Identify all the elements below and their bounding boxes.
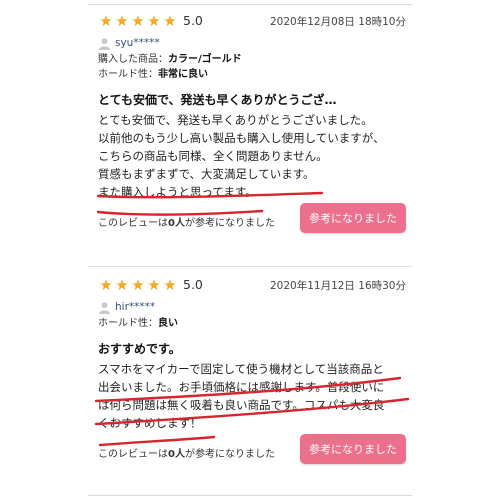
- divider-top: [88, 4, 412, 5]
- star-icon: ★: [163, 12, 177, 30]
- helpful-text-post: が参考になりました: [184, 218, 275, 229]
- reviewer-name[interactable]: hir*****: [115, 301, 155, 313]
- review-title: とても安価で、発送も早くありがとうござ…: [98, 93, 337, 107]
- rating-value: 5.0: [183, 13, 203, 28]
- meta-label: ホールド性：: [98, 318, 158, 329]
- review-card-1: ★ ★ ★ ★ ★ 5.0 2020年12月08日 18時10分 syu****…: [88, 8, 412, 237]
- review-line: スマホをマイカーで固定して使う機材として当該商品と: [98, 362, 384, 376]
- star-rating: ★ ★ ★ ★ ★: [98, 276, 178, 294]
- review-body: とても安価で、発送も早くありがとうございました。 以前他のもう少し高い製品も購入…: [98, 111, 403, 201]
- star-icon: ★: [115, 12, 129, 30]
- review-line: くおすすめします！: [98, 416, 202, 430]
- meta-value: 非常に良い: [158, 69, 208, 80]
- reviewer-name[interactable]: syu*****: [115, 37, 160, 49]
- helpful-button[interactable]: 参考になりました: [300, 434, 406, 464]
- star-icon: ★: [99, 12, 113, 30]
- star-icon: ★: [163, 276, 177, 294]
- user-avatar-icon: [98, 38, 111, 50]
- hold-rating-row: ホールド性：非常に良い: [98, 67, 412, 82]
- review-title: おすすめです。: [98, 342, 181, 356]
- helpful-button[interactable]: 参考になりました: [300, 203, 406, 233]
- review-line: また購入しようと思ってます。: [98, 185, 257, 199]
- review-footer: このレビューは0人が参考になりました 参考になりました: [88, 201, 412, 237]
- meta-label: 購入した商品：: [98, 54, 168, 65]
- meta-value: カラー/ゴールド: [168, 54, 242, 65]
- review-card-2: ★ ★ ★ ★ ★ 5.0 2020年11月12日 16時30分 hir****…: [88, 272, 412, 468]
- review-date: 2020年11月12日 16時30分: [269, 280, 406, 292]
- helpful-count: 0人: [168, 449, 185, 460]
- review-header: ★ ★ ★ ★ ★ 5.0 2020年12月08日 18時10分: [88, 8, 412, 34]
- review-header: ★ ★ ★ ★ ★ 5.0 2020年11月12日 16時30分: [88, 272, 412, 298]
- helpful-text-post: が参考になりました: [184, 449, 275, 460]
- star-icon: ★: [147, 276, 161, 294]
- user-avatar-icon: [98, 302, 111, 314]
- meta-label: ホールド性：: [98, 69, 158, 80]
- helpful-count: 0人: [168, 218, 185, 229]
- review-line: とても安価で、発送も早くありがとうございました。: [98, 113, 373, 127]
- star-icon: ★: [131, 12, 145, 30]
- helpful-text-pre: このレビューは: [98, 218, 168, 229]
- helpful-count-text: このレビューは0人が参考になりました: [98, 445, 275, 460]
- reviewer: hir*****: [88, 300, 412, 316]
- review-body: スマホをマイカーで固定して使う機材として当該商品と 出会いました。お手頃価格には…: [98, 360, 403, 432]
- meta-value: 良い: [158, 318, 178, 329]
- review-line: は何ら問題は無く吸着も良い商品です。コスパも大変良: [98, 398, 385, 412]
- helpful-text-pre: このレビューは: [98, 449, 168, 460]
- review-line: 質感もまずまずで、大変満足しています。: [98, 167, 315, 181]
- review-divider: [88, 266, 412, 267]
- review-list: ★ ★ ★ ★ ★ 5.0 2020年12月08日 18時10分 syu****…: [0, 0, 500, 500]
- review-footer: このレビューは0人が参考になりました 参考になりました: [88, 432, 412, 468]
- divider-bottom: [88, 495, 412, 496]
- review-line: 出会いました。お手頃価格には感謝します。普段使いに: [98, 380, 385, 394]
- star-icon: ★: [147, 12, 161, 30]
- star-icon: ★: [115, 276, 129, 294]
- review-date: 2020年12月08日 18時10分: [269, 16, 406, 28]
- rating-value: 5.0: [183, 277, 203, 292]
- hold-rating-row: ホールド性：良い: [98, 316, 412, 331]
- helpful-count-text: このレビューは0人が参考になりました: [98, 214, 275, 229]
- star-icon: ★: [131, 276, 145, 294]
- purchased-item-row: 購入した商品：カラー/ゴールド: [98, 52, 412, 67]
- review-line: こちらの商品も同様、全く問題ありません。: [98, 149, 328, 163]
- star-icon: ★: [99, 276, 113, 294]
- review-line: 以前他のもう少し高い製品も購入し使用していますが、: [98, 131, 385, 145]
- star-rating: ★ ★ ★ ★ ★: [98, 12, 178, 30]
- reviewer: syu*****: [88, 36, 412, 52]
